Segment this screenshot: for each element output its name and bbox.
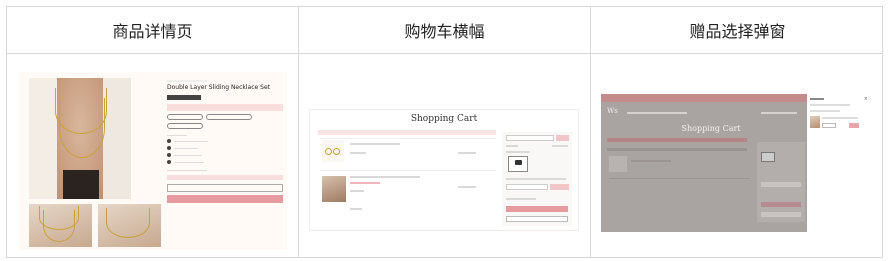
product-page-screenshot: Double Layer Sliding Necklace Set [19, 72, 287, 250]
cart-title: Shopping Cart [681, 124, 741, 133]
product-thumbnails [29, 204, 161, 247]
close-icon[interactable]: × [864, 96, 868, 102]
cart-item-image [322, 140, 344, 162]
store-logo: Ws [607, 107, 618, 115]
note-input[interactable] [506, 184, 548, 190]
add-gift-button[interactable] [849, 123, 859, 128]
cart-page-screenshot: Shopping Cart [309, 109, 579, 231]
gift-item-image [810, 116, 820, 128]
product-thumbnail[interactable] [98, 204, 161, 247]
product-title: Double Layer Sliding Necklace Set [167, 84, 270, 91]
cart-item-image [322, 176, 346, 202]
cart-promo-banner [318, 130, 496, 135]
column-header-cart-banner: 购物车横幅 [404, 22, 485, 41]
product-thumbnail[interactable] [29, 204, 92, 247]
style-option[interactable] [167, 123, 203, 129]
cart-title: Shopping Cart [410, 114, 478, 124]
gift-variant-select[interactable] [822, 123, 836, 128]
buy-now-button[interactable] [167, 195, 283, 203]
column-header-product-page: 商品详情页 [112, 22, 193, 41]
order-summary [502, 132, 572, 226]
column-header-gift-modal: 赠品选择弹窗 [689, 22, 786, 41]
style-options [167, 114, 283, 129]
style-option[interactable] [167, 114, 203, 120]
gift-selection-modal: × [807, 94, 871, 232]
product-page-cell: Double Layer Sliding Necklace Set [7, 54, 298, 257]
announcement-bar [601, 94, 807, 102]
promo-alert [167, 175, 283, 180]
gift-modal-screenshot: Ws Shopping Cart × [601, 94, 871, 232]
continue-shopping-button[interactable] [506, 216, 568, 222]
order-summary [757, 142, 805, 222]
gift-option[interactable] [508, 156, 528, 172]
product-main-image [29, 78, 131, 199]
gift-modal-cell: Ws Shopping Cart × [591, 54, 884, 257]
coupon-input[interactable] [506, 135, 554, 141]
product-info: Double Layer Sliding Necklace Set [167, 78, 283, 203]
style-option[interactable] [206, 114, 252, 120]
cart-banner-cell: Shopping Cart [299, 54, 590, 257]
add-to-cart-button[interactable] [167, 184, 283, 192]
checkout-button[interactable] [506, 206, 568, 212]
apply-coupon-button[interactable] [556, 135, 569, 141]
comparison-table: 商品详情页 购物车横幅 赠品选择弹窗 Double Layer Sliding … [6, 6, 883, 258]
stock-alert [167, 104, 283, 111]
